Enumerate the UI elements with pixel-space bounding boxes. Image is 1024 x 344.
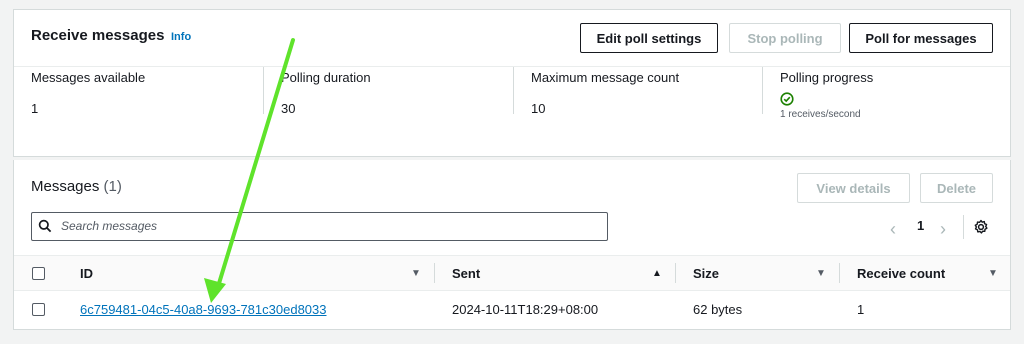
stat-value: 30 bbox=[281, 101, 296, 116]
message-receive-count: 1 bbox=[857, 302, 865, 317]
message-size: 62 bytes bbox=[693, 302, 743, 317]
stat-value: 1 bbox=[31, 101, 39, 116]
column-divider bbox=[675, 263, 676, 283]
header-divider bbox=[14, 66, 1010, 67]
panel-header: Receive messages Info Edit poll settings… bbox=[14, 10, 1010, 66]
sort-asc-icon[interactable]: ▲ bbox=[652, 268, 662, 279]
select-all-checkbox[interactable] bbox=[32, 267, 45, 280]
stat-label: Polling duration bbox=[281, 70, 371, 85]
chevron-right-icon[interactable]: › bbox=[940, 219, 946, 240]
column-divider bbox=[839, 263, 840, 283]
message-id-link[interactable]: 6c759481-04c5-40a8-9693-781c30ed8033 bbox=[80, 302, 327, 317]
search-placeholder: Search messages bbox=[61, 219, 158, 233]
messages-title-text: Messages bbox=[31, 178, 100, 195]
panel-title: Receive messages bbox=[31, 27, 165, 44]
stop-polling-button[interactable]: Stop polling bbox=[729, 23, 841, 53]
stat-value: 10 bbox=[531, 101, 546, 116]
sort-desc-icon[interactable]: ▼ bbox=[988, 268, 998, 279]
column-header-receive-count[interactable]: Receive count bbox=[857, 266, 945, 281]
delete-button[interactable]: Delete bbox=[920, 173, 993, 203]
row-checkbox[interactable] bbox=[32, 303, 45, 316]
column-header-id[interactable]: ID bbox=[80, 266, 93, 281]
messages-count: (1) bbox=[103, 178, 122, 195]
search-icon bbox=[38, 219, 52, 233]
column-divider bbox=[434, 263, 435, 283]
search-input[interactable]: Search messages bbox=[31, 212, 608, 241]
edit-poll-settings-button[interactable]: Edit poll settings bbox=[580, 23, 718, 53]
chevron-left-icon[interactable]: ‹ bbox=[890, 219, 896, 240]
polling-rate-text: 1 receives/second bbox=[780, 109, 861, 120]
pager-divider bbox=[963, 215, 964, 239]
messages-panel: Messages (1) View details Delete Search … bbox=[13, 160, 1011, 330]
messages-title: Messages (1) bbox=[31, 178, 122, 195]
page-number[interactable]: 1 bbox=[917, 218, 924, 233]
stat-divider bbox=[762, 67, 763, 114]
stat-divider bbox=[263, 67, 264, 114]
check-circle-icon bbox=[780, 92, 794, 106]
column-header-sent[interactable]: Sent bbox=[452, 266, 480, 281]
sort-desc-icon[interactable]: ▼ bbox=[816, 268, 826, 279]
column-header-size[interactable]: Size bbox=[693, 266, 719, 281]
gear-icon[interactable] bbox=[973, 219, 989, 235]
message-sent: 2024-10-11T18:29+08:00 bbox=[452, 302, 599, 317]
poll-for-messages-button[interactable]: Poll for messages bbox=[849, 23, 993, 53]
info-link[interactable]: Info bbox=[171, 31, 191, 43]
view-details-button[interactable]: View details bbox=[797, 173, 910, 203]
stat-divider bbox=[513, 67, 514, 114]
sort-desc-icon[interactable]: ▼ bbox=[411, 268, 421, 279]
stat-label: Maximum message count bbox=[531, 70, 680, 85]
stat-label: Messages available bbox=[31, 70, 146, 85]
stat-label: Polling progress bbox=[780, 70, 874, 85]
